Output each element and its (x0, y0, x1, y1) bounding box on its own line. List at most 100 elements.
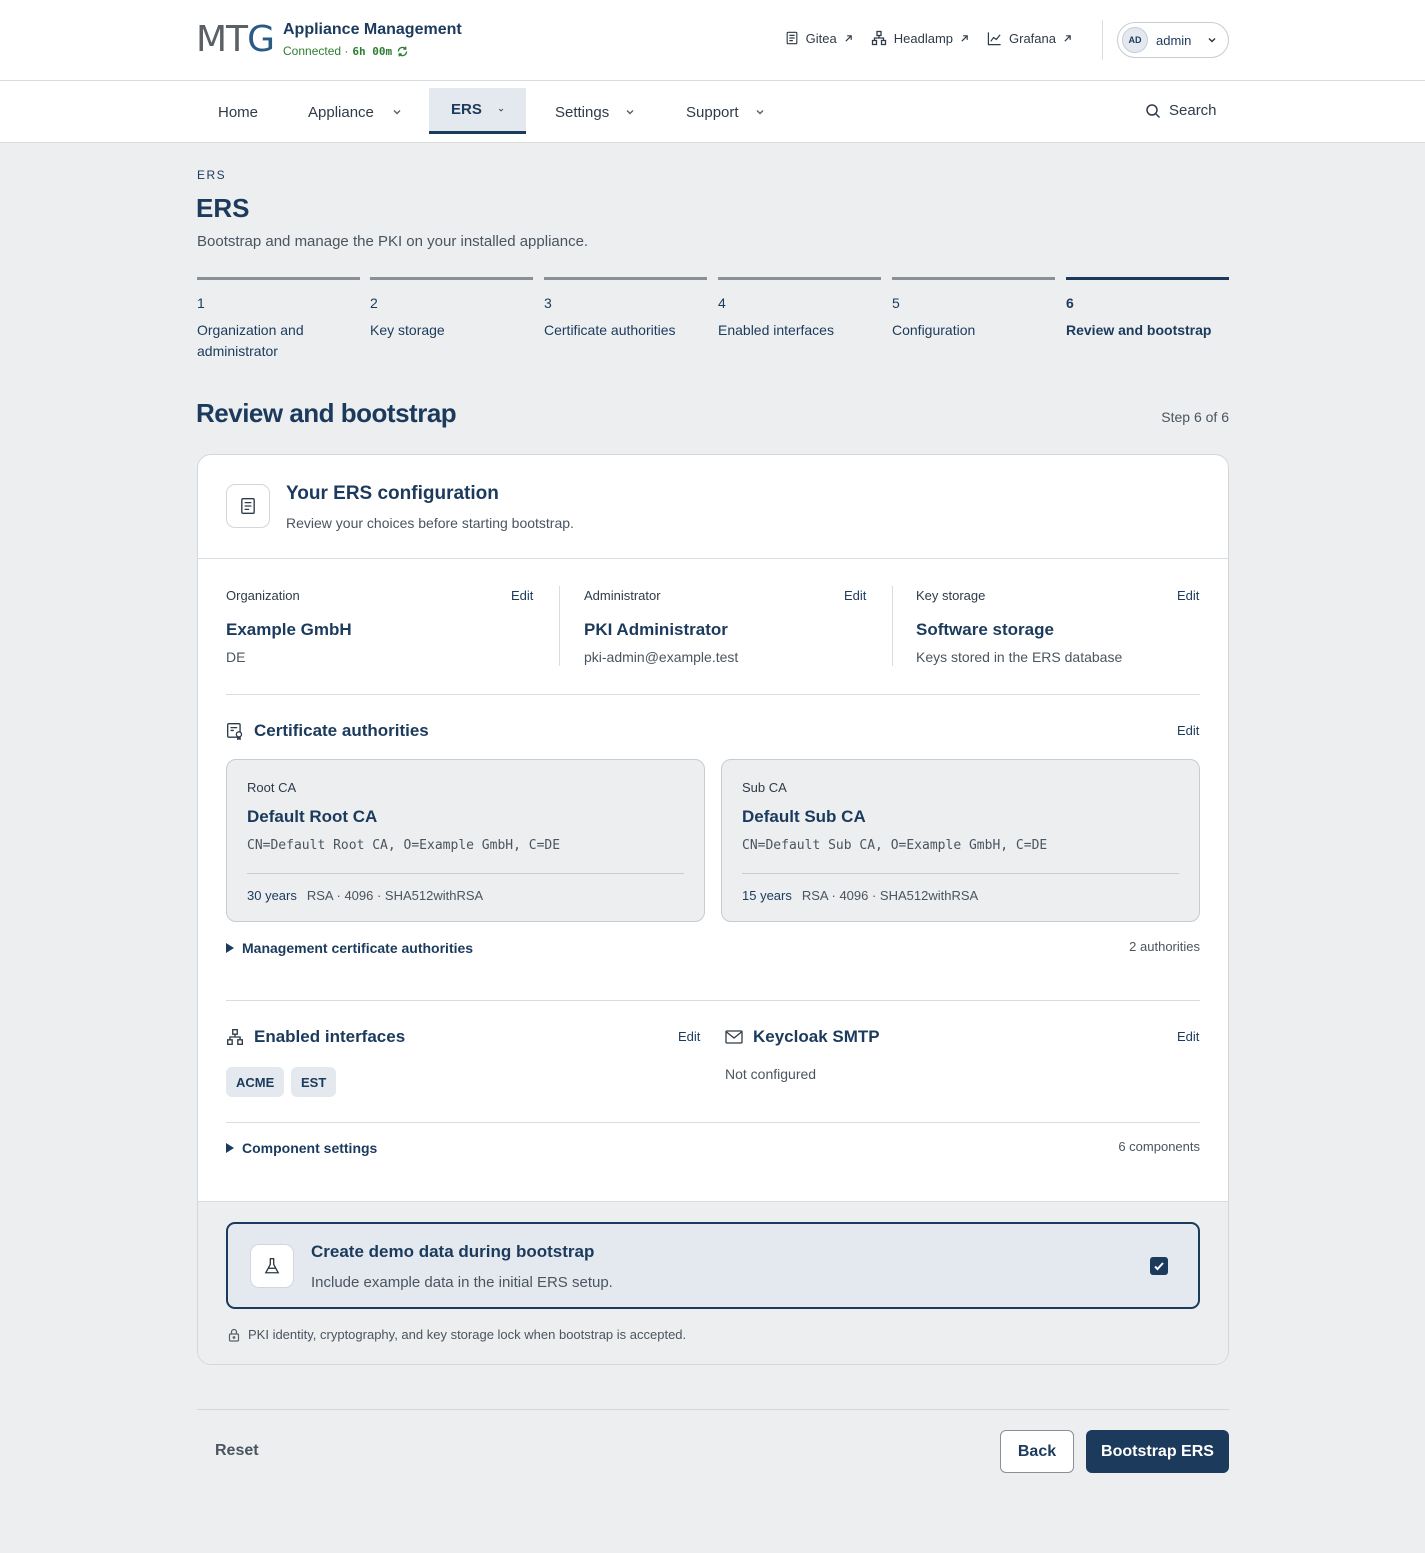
lock-icon (228, 1328, 240, 1342)
divider (247, 873, 684, 874)
ca-title: Certificate authorities (254, 721, 429, 740)
demo-data-checkbox[interactable] (1150, 1257, 1168, 1275)
lock-note-text: PKI identity, cryptography, and key stor… (248, 1327, 687, 1342)
caret-right-icon (226, 943, 234, 953)
ca-type: Root CA (247, 780, 297, 795)
back-button[interactable]: Back (1000, 1430, 1074, 1473)
step-6[interactable]: 6 Review and bootstrap (1066, 277, 1229, 341)
component-settings-label: Component settings (242, 1140, 378, 1156)
step-number: 5 (892, 295, 900, 311)
ca-meta: 15 years RSA · 4096 · SHA512withRSA (742, 888, 978, 903)
section-title: Review and bootstrap (196, 398, 457, 428)
key-storage-value: Software storage (916, 620, 1054, 639)
step-5[interactable]: 5 Configuration (892, 277, 1055, 341)
nav-ers[interactable]: ERS (429, 88, 526, 134)
ca-algorithm: RSA · 4096 · SHA512withRSA (801, 888, 979, 903)
demo-description: Include example data in the initial ERS … (311, 1274, 613, 1291)
edit-cas-button[interactable]: Edit (1177, 723, 1199, 738)
search-button[interactable]: Search (1145, 102, 1217, 119)
ca-section-title: Certificate authorities (226, 721, 429, 741)
ca-type: Sub CA (742, 780, 787, 795)
certificate-icon (227, 723, 243, 740)
management-cas-label: Management certificate authorities (242, 940, 474, 956)
external-arrow-icon (961, 34, 968, 42)
bootstrap-ers-button[interactable]: Bootstrap ERS (1086, 1430, 1229, 1473)
ca-dn: CN=Default Sub CA, O=Example GmbH, C=DE (742, 838, 1048, 853)
nav-home-label: Home (218, 103, 259, 121)
ca-algorithm: RSA · 4096 · SHA512withRSA (306, 888, 484, 903)
step-2[interactable]: 2 Key storage (370, 277, 533, 341)
step-number: 2 (370, 295, 378, 311)
ca-validity: 15 years (742, 888, 792, 903)
smtp-section-title: Keycloak SMTP (725, 1027, 880, 1047)
card-title: Your ERS configuration (286, 483, 499, 504)
nav-settings-label: Settings (555, 103, 610, 121)
nav-support[interactable]: Support (686, 81, 765, 143)
grafana-link[interactable]: Grafana (987, 30, 1072, 46)
step-label: Enabled interfaces (718, 322, 834, 338)
header-divider (1102, 20, 1103, 60)
step-label: Organization and administrator (197, 322, 304, 359)
card-header: Your ERS configuration Review your choic… (198, 455, 1228, 559)
edit-administrator-button[interactable]: Edit (844, 588, 866, 603)
gitea-link[interactable]: Gitea (785, 30, 853, 46)
nav-home[interactable]: Home (218, 81, 258, 143)
nav-settings[interactable]: Settings (555, 81, 635, 143)
edit-key-storage-button[interactable]: Edit (1177, 588, 1199, 603)
logo[interactable]: MTG (196, 22, 275, 58)
document-icon (786, 31, 798, 45)
demo-title: Create demo data during bootstrap (311, 1242, 595, 1261)
step-counter: Step 6 of 6 (1161, 409, 1229, 425)
gitea-label: Gitea (805, 30, 837, 46)
management-cas-count: 2 authorities (1129, 939, 1200, 954)
ca-meta: 30 years RSA · 4096 · SHA512withRSA (247, 888, 483, 903)
edit-interfaces-button[interactable]: Edit (678, 1029, 700, 1044)
external-links: Gitea Headlamp Grafana (785, 30, 1072, 46)
divider (226, 694, 1200, 695)
step-4[interactable]: 4 Enabled interfaces (718, 277, 881, 341)
lock-note: PKI identity, cryptography, and key stor… (228, 1327, 686, 1342)
chevron-down-icon (498, 108, 504, 112)
external-arrow-icon (1064, 34, 1071, 42)
step-label: Certificate authorities (544, 322, 676, 338)
component-settings-toggle[interactable]: Component settings (226, 1140, 377, 1156)
smtp-title: Keycloak SMTP (753, 1027, 880, 1046)
footer-divider (197, 1409, 1229, 1410)
network-icon (227, 1029, 243, 1045)
headlamp-link[interactable]: Headlamp (871, 30, 969, 46)
demo-data-option[interactable]: Create demo data during bootstrap Includ… (226, 1222, 1200, 1309)
nav-appliance-label: Appliance (308, 103, 374, 121)
interface-badge: ACME (226, 1067, 285, 1097)
user-menu[interactable]: AD admin (1117, 22, 1229, 58)
administrator-value: PKI Administrator (584, 620, 728, 639)
top-bar: MTG Appliance Management Connected · 6h … (0, 0, 1425, 81)
step-1[interactable]: 1 Organization and administrator (197, 277, 360, 362)
organization-label: Organization (226, 588, 300, 603)
avatar: AD (1122, 27, 1148, 53)
app-title: Appliance Management (283, 21, 462, 38)
edit-organization-button[interactable]: Edit (511, 588, 533, 603)
refresh-icon[interactable] (396, 45, 409, 58)
chevron-down-icon (1208, 37, 1216, 43)
network-icon (871, 30, 886, 46)
administrator-email: pki-admin@example.test (584, 649, 739, 665)
interfaces-section-title: Enabled interfaces (226, 1027, 405, 1047)
step-3[interactable]: 3 Certificate authorities (544, 277, 707, 341)
page-title: ERS (196, 193, 250, 223)
config-icon-box (226, 484, 270, 528)
document-icon (241, 498, 255, 514)
status-text: Connected · (283, 44, 349, 58)
step-number: 6 (1066, 295, 1074, 311)
step-number: 4 (718, 295, 726, 311)
search-icon (1146, 103, 1161, 118)
edit-smtp-button[interactable]: Edit (1177, 1029, 1199, 1044)
management-cas-toggle[interactable]: Management certificate authorities (226, 940, 473, 956)
administrator-label: Administrator (584, 588, 661, 603)
component-settings-count: 6 components (1118, 1139, 1200, 1154)
grafana-label: Grafana (1009, 30, 1056, 46)
nav-ers-label: ERS (451, 101, 482, 118)
chevron-down-icon (756, 110, 764, 115)
connection-status: Connected · 6h 00m (283, 44, 409, 58)
reset-button[interactable]: Reset (215, 1442, 259, 1460)
nav-appliance[interactable]: Appliance (308, 81, 402, 143)
